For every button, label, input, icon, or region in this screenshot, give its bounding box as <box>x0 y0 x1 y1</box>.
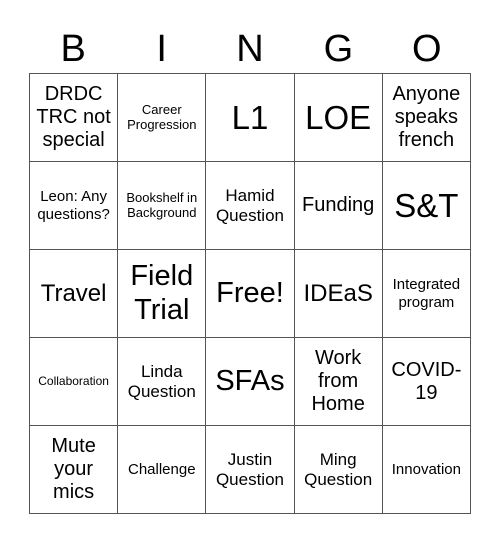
bingo-cell[interactable]: Mute your mics <box>28 425 119 514</box>
bingo-cell[interactable]: Ming Question <box>293 425 383 514</box>
header-letter-i: I <box>156 28 167 70</box>
bingo-cell[interactable]: IDEaS <box>293 249 383 338</box>
bingo-cell[interactable]: Field Trial <box>117 249 207 338</box>
bingo-cell[interactable]: Linda Question <box>117 337 207 426</box>
bingo-cell[interactable]: DRDC TRC not special <box>28 73 119 162</box>
bingo-cell[interactable]: Bookshelf in Background <box>117 161 207 250</box>
grid-row: DRDC TRC not special Career Progression … <box>28 73 472 162</box>
grid-row: Collaboration Linda Question SFAs Work f… <box>28 337 472 426</box>
bingo-cell[interactable]: L1 <box>205 73 295 162</box>
bingo-cell[interactable]: Travel <box>28 249 119 338</box>
bingo-grid: DRDC TRC not special Career Progression … <box>28 73 472 514</box>
bingo-cell[interactable]: Innovation <box>381 425 472 514</box>
bingo-cell[interactable]: Challenge <box>117 425 207 514</box>
bingo-cell[interactable]: Career Progression <box>117 73 207 162</box>
bingo-cell[interactable]: Work from Home <box>293 337 383 426</box>
header-letter-g: G <box>323 28 354 70</box>
bingo-cell[interactable]: Anyone speaks french <box>381 73 472 162</box>
grid-row: Travel Field Trial Free! IDEaS Integrate… <box>28 249 472 338</box>
bingo-header: B I N G O <box>29 24 471 74</box>
grid-row: Mute your mics Challenge Justin Question… <box>28 425 472 514</box>
bingo-cell[interactable]: LOE <box>293 73 383 162</box>
header-letter-b: B <box>60 28 86 70</box>
bingo-cell[interactable]: Integrated program <box>381 249 472 338</box>
free-space-cell[interactable]: Free! <box>205 249 295 338</box>
bingo-cell[interactable]: Collaboration <box>28 337 119 426</box>
header-letter-o: O <box>412 28 442 70</box>
bingo-cell[interactable]: SFAs <box>205 337 295 426</box>
bingo-cell[interactable]: COVID-19 <box>381 337 472 426</box>
bingo-cell[interactable]: Hamid Question <box>205 161 295 250</box>
bingo-cell[interactable]: Justin Question <box>205 425 295 514</box>
bingo-cell[interactable]: S&T <box>381 161 472 250</box>
grid-row: Leon: Any questions? Bookshelf in Backgr… <box>28 161 472 250</box>
bingo-cell[interactable]: Funding <box>293 161 383 250</box>
bingo-cell[interactable]: Leon: Any questions? <box>28 161 119 250</box>
header-letter-n: N <box>236 28 264 70</box>
